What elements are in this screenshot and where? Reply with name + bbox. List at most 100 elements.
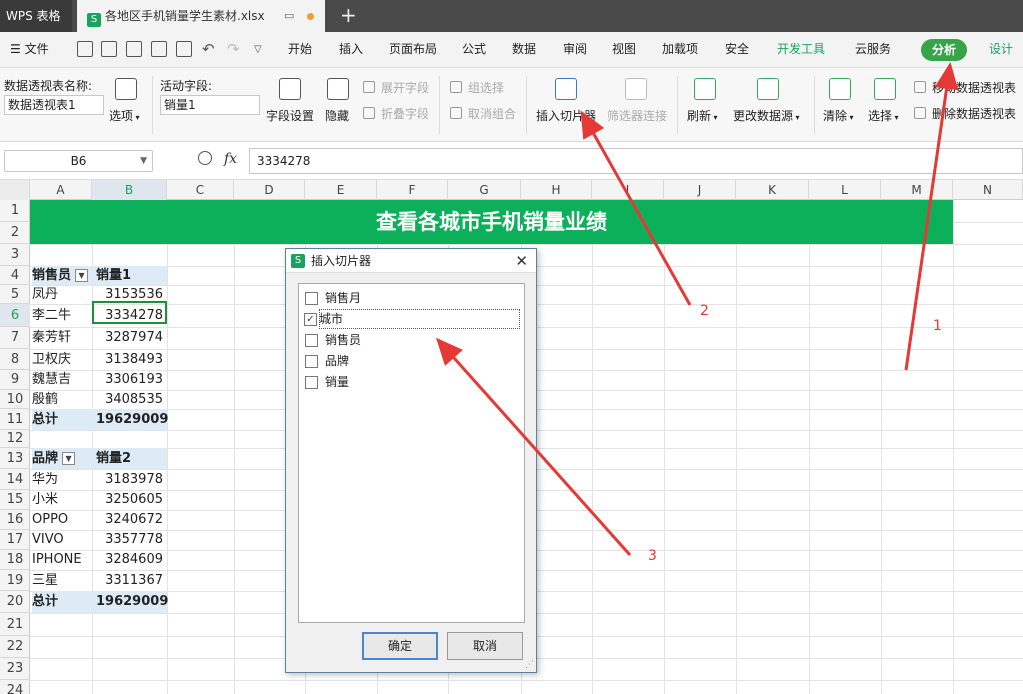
column-header[interactable]: L xyxy=(809,180,881,200)
field-settings-button[interactable]: 字段设置 xyxy=(266,107,314,124)
slicer-field-checkbox[interactable]: 品牌 xyxy=(305,351,515,371)
sheet-banner-title[interactable]: 查看各城市手机销量业绩 xyxy=(30,200,953,244)
filter-dropdown-icon[interactable]: ▼ xyxy=(62,452,76,465)
clear-button[interactable]: 清除 ▾ xyxy=(823,107,854,124)
column-header[interactable]: F xyxy=(377,180,448,200)
quick-access-dropdown-icon[interactable]: ▽ xyxy=(254,32,262,68)
row-header[interactable]: 4 xyxy=(0,266,30,285)
row-header[interactable]: 20 xyxy=(0,591,30,613)
cancel-button[interactable]: 取消 xyxy=(447,632,523,660)
row-header[interactable]: 3 xyxy=(0,244,30,266)
filter-dropdown-icon[interactable]: ▼ xyxy=(75,269,89,282)
pivot-value-cell[interactable]: 3357778 xyxy=(93,530,165,550)
row-header[interactable]: 18 xyxy=(0,550,30,570)
menu-cloud[interactable]: 云服务 xyxy=(855,32,891,68)
row-header[interactable]: 21 xyxy=(0,613,30,636)
pivot-value-cell[interactable]: 3306193 xyxy=(93,370,165,390)
change-source-button[interactable]: 更改数据源 ▾ xyxy=(733,107,800,124)
hide-button[interactable]: 隐藏 xyxy=(325,107,349,124)
save-icon[interactable] xyxy=(101,41,117,57)
pivot-row-label[interactable]: 卫权庆 xyxy=(32,349,92,370)
menu-security[interactable]: 安全 xyxy=(725,32,749,68)
column-header[interactable]: N xyxy=(953,180,1023,200)
pivot-value-field-header[interactable]: 销量1 xyxy=(92,266,167,285)
checkbox-icon[interactable] xyxy=(305,292,318,305)
export-pdf-icon[interactable] xyxy=(126,41,142,57)
row-header[interactable]: 19 xyxy=(0,570,30,591)
row-header[interactable]: 22 xyxy=(0,636,30,658)
insert-slicer-button[interactable]: 插入切片器 xyxy=(536,107,596,124)
row-header[interactable]: 23 xyxy=(0,658,30,680)
pivot-value-cell[interactable]: 3311367 xyxy=(93,570,165,591)
menu-review[interactable]: 审阅 xyxy=(563,32,587,68)
pivot-total-value[interactable]: 19629009 xyxy=(92,409,168,430)
column-header[interactable]: C xyxy=(167,180,234,200)
select-all-corner[interactable] xyxy=(0,180,30,200)
pivot-value-cell[interactable]: 3183978 xyxy=(93,469,165,490)
column-header[interactable]: M xyxy=(881,180,953,200)
chevron-down-icon[interactable]: ▼ xyxy=(140,151,147,171)
checkbox-icon[interactable] xyxy=(305,334,318,347)
name-box[interactable]: B6 ▼ xyxy=(4,150,153,172)
delete-pivot-button[interactable]: 删除数据透视表 xyxy=(932,105,1016,122)
row-header[interactable]: 16 xyxy=(0,510,30,530)
row-header[interactable]: 12 xyxy=(0,430,30,448)
insert-function-button[interactable]: fx xyxy=(224,151,237,167)
row-header[interactable]: 5 xyxy=(0,285,30,304)
menu-insert[interactable]: 插入 xyxy=(339,32,363,68)
zoom-search-icon[interactable] xyxy=(198,151,212,165)
pivot-name-input[interactable]: 数据透视表1 xyxy=(4,95,104,115)
slicer-field-checkbox[interactable]: 销售月 xyxy=(305,288,515,308)
pivot-value-field-header[interactable]: 销量2 xyxy=(92,448,167,469)
pivot-row-label[interactable]: 三星 xyxy=(32,570,92,591)
pivot-row-field-header[interactable]: 销售员 ▼ xyxy=(32,266,93,285)
pivot-total-value[interactable]: 19629009 xyxy=(92,591,168,613)
expand-field-button[interactable]: 展开字段 xyxy=(381,79,429,96)
menu-data[interactable]: 数据 xyxy=(512,32,536,68)
menu-formulas[interactable]: 公式 xyxy=(462,32,486,68)
column-header[interactable]: D xyxy=(234,180,305,200)
move-pivot-button[interactable]: 移动数据透视表 xyxy=(932,79,1016,96)
pivot-row-label[interactable]: IPHONE xyxy=(32,550,92,570)
open-icon[interactable] xyxy=(77,41,93,57)
menu-page-layout[interactable]: 页面布局 xyxy=(389,32,437,68)
pivot-row-label[interactable]: 小米 xyxy=(32,490,92,510)
row-header[interactable]: 14 xyxy=(0,469,30,490)
resize-grip-icon[interactable]: ⋰ xyxy=(525,660,534,670)
ungroup-button[interactable]: 取消组合 xyxy=(468,105,516,122)
close-icon[interactable]: ✕ xyxy=(515,249,528,273)
row-header[interactable]: 2 xyxy=(0,222,30,244)
active-field-input[interactable]: 销量1 xyxy=(160,95,260,115)
row-header[interactable]: 11 xyxy=(0,409,30,430)
select-button[interactable]: 选择 ▾ xyxy=(868,107,899,124)
ok-button[interactable]: 确定 xyxy=(362,632,438,660)
column-header[interactable]: B xyxy=(92,180,167,200)
refresh-button[interactable]: 刷新 ▾ xyxy=(687,107,718,124)
row-header[interactable]: 1 xyxy=(0,200,30,222)
column-header[interactable]: K xyxy=(736,180,809,200)
column-header[interactable]: J xyxy=(664,180,736,200)
slicer-field-checkbox[interactable]: ✓ 城市 xyxy=(304,309,520,329)
pivot-row-label[interactable]: 魏慧吉 xyxy=(32,370,92,390)
redo-icon[interactable]: ↷ xyxy=(227,32,240,68)
menu-analyze[interactable]: 分析 xyxy=(921,39,968,61)
group-selection-button[interactable]: 组选择 xyxy=(468,79,504,96)
row-header[interactable]: 15 xyxy=(0,490,30,510)
tab-workbook[interactable]: S 各地区手机销量学生素材.xlsx ▭ xyxy=(77,0,325,32)
pivot-value-cell[interactable]: 3287974 xyxy=(93,327,165,349)
menu-home[interactable]: 开始 xyxy=(288,32,312,68)
print-icon[interactable] xyxy=(151,41,167,57)
pivot-row-label[interactable]: 李二牛 xyxy=(32,304,92,327)
new-tab-button[interactable]: + xyxy=(340,3,357,27)
row-header[interactable]: 6 xyxy=(0,304,30,327)
row-header[interactable]: 9 xyxy=(0,370,30,390)
formula-input[interactable]: 3334278 xyxy=(249,148,1023,174)
column-header[interactable]: H xyxy=(521,180,592,200)
row-header[interactable]: 13 xyxy=(0,448,30,469)
checkbox-icon[interactable] xyxy=(305,355,318,368)
pivot-row-label[interactable]: OPPO xyxy=(32,510,92,530)
pivot-value-cell[interactable]: 3284609 xyxy=(93,550,165,570)
pivot-value-cell[interactable]: 3408535 xyxy=(93,390,165,409)
collapse-field-button[interactable]: 折叠字段 xyxy=(381,105,429,122)
pivot-total-label[interactable]: 总计 xyxy=(32,409,93,430)
